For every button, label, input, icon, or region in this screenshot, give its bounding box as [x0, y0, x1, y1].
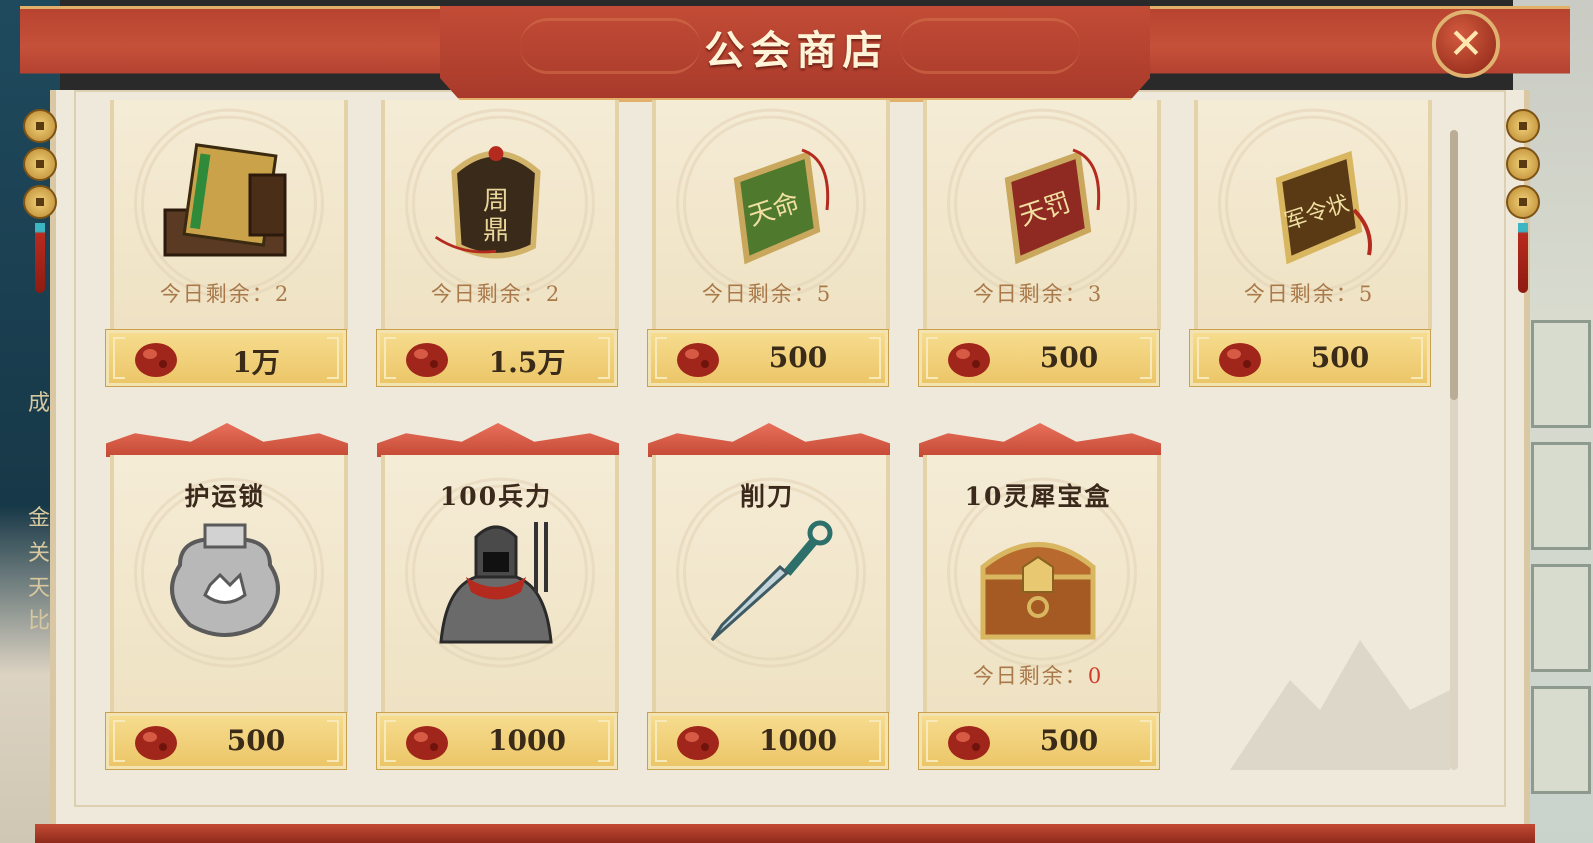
red-gem-icon: [135, 726, 177, 760]
coin-chain-left: [20, 105, 60, 293]
side-text-3: 关: [28, 541, 51, 566]
coin-icon: [23, 185, 57, 219]
red-gem-icon: [406, 726, 448, 760]
red-gem-icon: [406, 343, 448, 377]
armored-soldier-icon: [439, 522, 553, 644]
svg-text:周: 周: [483, 186, 509, 216]
knife-icon: [710, 520, 833, 642]
red-gem-icon: [948, 343, 990, 377]
scrollbar-thumb[interactable]: [1450, 130, 1458, 400]
side-text-2: 金: [28, 506, 51, 531]
remaining-count: 今日剩余：2: [159, 282, 291, 306]
bronze-tripod-token-icon: 周 鼎: [434, 146, 541, 259]
remaining-count: 今日剩余：5: [701, 282, 833, 306]
price-value: 1000: [488, 724, 566, 757]
red-gem-icon: [1219, 343, 1261, 377]
price-button[interactable]: 500: [105, 712, 347, 770]
price-button[interactable]: 1000: [376, 712, 618, 770]
price-button[interactable]: 1.5万: [376, 329, 618, 387]
red-gem-icon: [677, 726, 719, 760]
price-value: 1万: [232, 346, 280, 379]
side-text-5: 比: [28, 609, 51, 634]
side-text-1: 成: [28, 391, 51, 416]
coin-icon: [23, 109, 57, 143]
remaining-count: 今日剩余：2: [430, 282, 562, 306]
close-icon: ✕: [1448, 19, 1484, 68]
price-button[interactable]: 1000: [647, 712, 889, 770]
price-value: 500: [226, 724, 286, 757]
coin-icon: [23, 147, 57, 181]
panel-bottom-bar: [35, 824, 1535, 843]
military-order-token-icon: 军令状: [1275, 150, 1372, 265]
remaining-count: 今日剩余：0: [972, 664, 1104, 688]
item-name: 护运锁: [184, 482, 266, 511]
coin-icon: [1506, 109, 1540, 143]
red-tianfa-token-icon: 天罚: [1004, 148, 1101, 265]
book-chest-icon: [163, 143, 287, 257]
svg-text:鼎: 鼎: [483, 216, 509, 246]
side-text-4: 天: [28, 576, 51, 601]
mountain-ornament: [1230, 640, 1450, 770]
price-value: 1000: [759, 724, 837, 757]
coin-icon: [1506, 147, 1540, 181]
item-name: 削刀: [739, 482, 794, 511]
price-value: 500: [768, 341, 828, 374]
remaining-count: 今日剩余：3: [972, 282, 1104, 306]
silver-lock-icon: [170, 523, 280, 637]
price-value: 1.5万: [488, 346, 566, 379]
close-button[interactable]: ✕: [1432, 10, 1500, 78]
page-title: 公会商店: [704, 27, 889, 74]
item-name: 100兵力: [439, 482, 553, 511]
remaining-count: 今日剩余：5: [1243, 282, 1375, 306]
tassel-icon: [35, 223, 45, 293]
price-button[interactable]: 500: [1189, 329, 1431, 387]
red-gem-icon: [135, 343, 177, 377]
red-gem-icon: [948, 726, 990, 760]
tassel-icon: [1518, 223, 1528, 293]
item-name: 10灵犀宝盒: [964, 482, 1112, 511]
treasure-chest-icon: [980, 542, 1096, 640]
scrollbar[interactable]: [1450, 130, 1458, 770]
price-value: 500: [1039, 724, 1099, 757]
price-button[interactable]: 500: [918, 712, 1160, 770]
price-value: 500: [1039, 341, 1099, 374]
coin-icon: [1506, 185, 1540, 219]
green-tianming-token-icon: 天命: [733, 148, 830, 265]
coin-chain-right: [1503, 105, 1543, 293]
price-button[interactable]: 500: [918, 329, 1160, 387]
price-button[interactable]: 1万: [105, 329, 347, 387]
price-button[interactable]: 500: [647, 329, 889, 387]
red-gem-icon: [677, 343, 719, 377]
price-value: 500: [1310, 341, 1370, 374]
